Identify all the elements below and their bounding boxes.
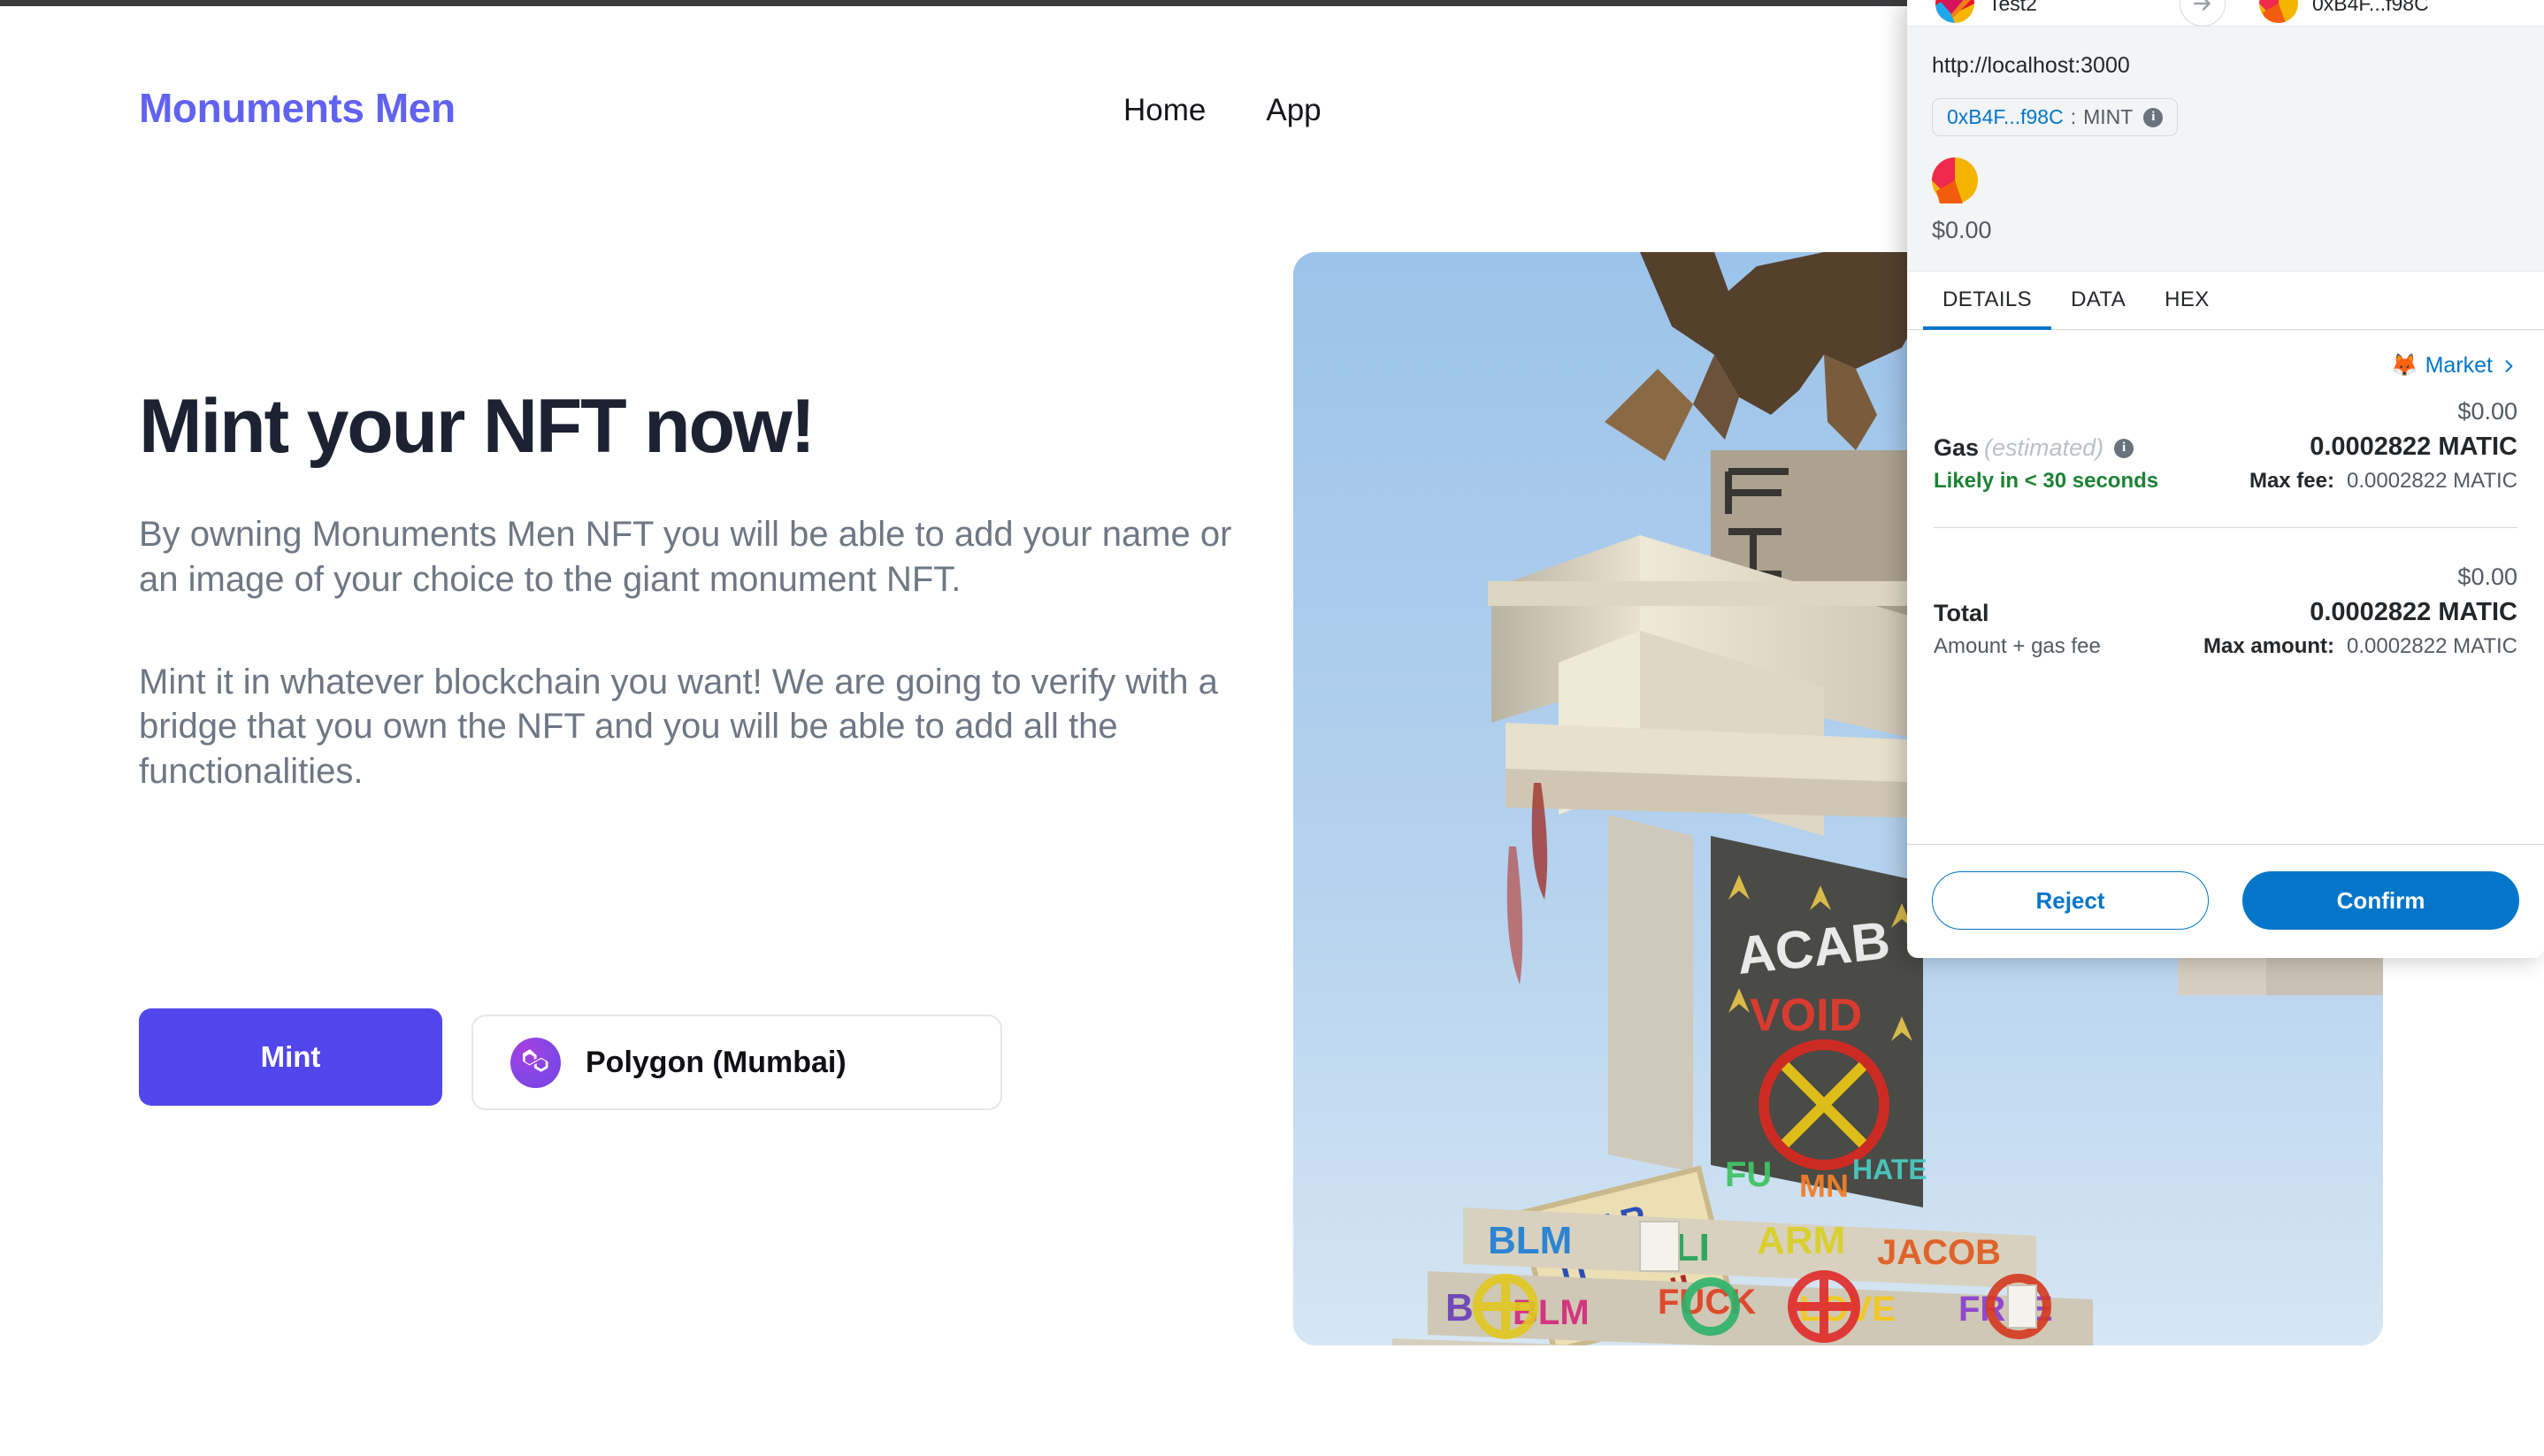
tab-data[interactable]: DATA [2051,272,2145,330]
network-label: Polygon (Mumbai) [586,1045,847,1079]
svg-text:BLM: BLM [1488,1219,1572,1262]
mint-button[interactable]: Mint [139,1008,442,1106]
account-from[interactable]: Test2 [1935,0,2037,23]
svg-text:JACOB: JACOB [1877,1233,2001,1272]
account-to-name: 0xB4F...f98C [2312,0,2429,15]
nav-link-app[interactable]: App [1266,93,1321,128]
popup-footer: Reject Confirm [1907,844,2544,958]
hero-actions: Mint Polygon (Mumbai) [139,1008,1002,1110]
fee-divider [1934,527,2517,528]
svg-text:MN: MN [1799,1168,1849,1204]
account-to[interactable]: 0xB4F...f98C [2259,0,2429,23]
confirm-button[interactable]: Confirm [2242,871,2519,930]
total-max-amount-value: 0.0002822 MATIC [2347,634,2517,658]
gas-fiat: $0.00 [2457,398,2517,425]
gas-native: 0.0002822 MATIC [2310,433,2517,461]
nav-link-home[interactable]: Home [1123,93,1206,128]
svg-text:VOID: VOID [1750,990,1862,1041]
total-label: Total [1934,600,1989,626]
gas-sub-row: Likely in < 30 seconds Max fee: 0.0002822… [1934,469,2517,494]
network-selector[interactable]: Polygon (Mumbai) [471,1015,1002,1110]
svg-text:B: B [1445,1286,1474,1330]
polygon-icon [510,1037,561,1088]
contract-address[interactable]: 0xB4F...f98C [1947,105,2064,129]
hero-paragraph-1: By owning Monuments Men NFT you will be … [139,515,1232,599]
tab-hex[interactable]: HEX [2145,272,2229,330]
gas-values: $0.00 0.0002822 MATIC [2310,398,2517,462]
transaction-amount-fiat: $0.00 [1932,217,1992,243]
account-identicon-to [2259,0,2298,23]
svg-text:FU: FU [1725,1155,1772,1194]
accounts-bar: Test2 0xB4F...f98C [1907,0,2544,27]
total-max-amount-label: Max amount: [2203,634,2334,658]
gas-label-text: Gas [1934,434,1980,461]
page-title: Mint your NFT now! [139,384,816,469]
transaction-token-identicon [1932,157,1978,207]
metamask-confirmation-popup: Test2 0xB4F...f98C http://localhost:3000… [1907,0,2544,958]
popup-tabs: DETAILS DATA HEX [1907,272,2544,330]
market-row: 🦊 Market [1934,353,2517,379]
gas-max-fee-value: 0.0002822 MATIC [2347,469,2517,493]
gas-label-estimated: (estimated) [1984,434,2104,461]
transaction-amount: $0.00 [1932,157,2519,244]
origin-block: http://localhost:3000 0xB4F...f98C : MIN… [1907,27,2544,272]
reject-button[interactable]: Reject [1932,871,2209,930]
details-panel: 🦊 Market Gas (estimated) i $0.00 0.00028… [1907,330,2544,844]
total-fiat: $0.00 [2457,563,2517,590]
chevron-right-icon [2505,359,2513,372]
total-row: Total $0.00 0.0002822 MATIC [1934,563,2517,627]
total-max-amount: Max amount: 0.0002822 MATIC [2203,634,2517,659]
gas-row: Gas (estimated) i $0.00 0.0002822 MATIC [1934,398,2517,462]
gas-max-fee-label: Max fee: [2249,469,2334,493]
svg-text:FUCK: FUCK [1658,1283,1756,1322]
svg-text:ARM: ARM [1757,1219,1845,1262]
hero-paragraph-2: Mint it in whatever blockchain you want!… [139,663,1218,791]
arrow-right-icon [2180,0,2226,27]
total-native: 0.0002822 MATIC [2310,598,2517,626]
market-link[interactable]: 🦊 Market [2390,353,2517,379]
brand-logo[interactable]: Monuments Men [139,84,456,132]
market-label: Market [2425,353,2493,378]
contract-separator: : [2070,105,2077,128]
account-from-name: Test2 [1988,0,2037,15]
total-sub-row: Amount + gas fee Max amount: 0.0002822 MA… [1934,634,2517,659]
fox-icon: 🦊 [2390,353,2418,378]
hero-section: Mint your NFT now! By owning Monuments M… [139,387,1306,793]
svg-text:HATE: HATE [1852,1153,1927,1185]
total-sub-label: Amount + gas fee [1934,634,2101,658]
main-navigation: Home App [1123,93,1322,128]
info-icon[interactable]: i [2114,438,2134,458]
contract-method: MINT [2083,105,2134,128]
info-icon[interactable]: i [2143,107,2164,127]
tab-details[interactable]: DETAILS [1923,272,2052,330]
total-values: $0.00 0.0002822 MATIC [2310,563,2517,627]
contract-method-pill[interactable]: 0xB4F...f98C : MINT i [1932,98,2179,136]
gas-max-fee: Max fee: 0.0002822 MATIC [2249,469,2517,494]
gas-label: Gas (estimated) i [1934,434,2134,462]
origin-url: http://localhost:3000 [1932,53,2130,78]
gas-speed-estimate: Likely in < 30 seconds [1934,469,2159,493]
account-identicon-from [1935,0,1974,23]
